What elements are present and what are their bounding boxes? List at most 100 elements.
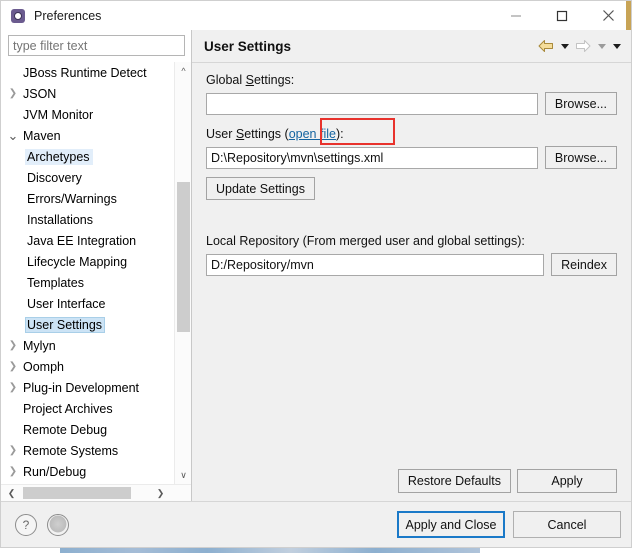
sidebar-item-label: Project Archives bbox=[23, 401, 113, 416]
local-repository-row: Reindex bbox=[206, 253, 617, 276]
sidebar-item-lifecycle-mapping[interactable]: Lifecycle Mapping bbox=[1, 251, 171, 272]
global-settings-browse-button[interactable]: Browse... bbox=[544, 92, 617, 115]
window-controls bbox=[493, 1, 631, 30]
sidebar-item-label: Mylyn bbox=[23, 338, 56, 353]
forward-arrow-icon bbox=[573, 36, 593, 56]
sidebar-item-label: Archetypes bbox=[25, 148, 93, 165]
sidebar-item-label: Remote Debug bbox=[23, 422, 108, 437]
chevron-right-icon[interactable]: ❯ bbox=[5, 88, 21, 99]
help-question-icon[interactable]: ? bbox=[15, 513, 37, 536]
forward-dropdown-icon[interactable] bbox=[595, 36, 608, 56]
sidebar-item-jboss-runtime-detect[interactable]: JBoss Runtime Detect bbox=[1, 62, 171, 83]
sidebar-item-discovery[interactable]: Discovery bbox=[1, 167, 171, 188]
sidebar-item-label: Discovery bbox=[27, 170, 82, 185]
sidebar-item-label: Plug-in Development bbox=[23, 380, 140, 395]
scroll-down-icon[interactable]: ∨ bbox=[175, 467, 191, 484]
preferences-tree: JBoss Runtime Detect ❯ JSON JVM Monitor ⌄ Mav… bbox=[1, 62, 171, 484]
window-edge-accent bbox=[626, 1, 631, 30]
chevron-right-icon[interactable]: ❯ bbox=[5, 382, 21, 393]
global-settings-label-mnemonic: S bbox=[245, 73, 254, 87]
sidebar-item-maven[interactable]: ⌄ Maven bbox=[1, 125, 171, 146]
preferences-dialog: Preferences JBoss Runtime Detect❯JSONJVM… bbox=[0, 0, 632, 548]
sidebar-item-remote-systems[interactable]: ❯ Remote Systems bbox=[1, 440, 171, 461]
tree-vertical-scrollbar[interactable]: ^ ∨ bbox=[174, 62, 191, 484]
sidebar-item-templates[interactable]: Templates bbox=[1, 272, 171, 293]
sidebar-item-label: Installations bbox=[27, 212, 94, 227]
settings-panel: User Settings Global Settings: Browse...… bbox=[191, 30, 631, 501]
cancel-button[interactable]: Cancel bbox=[513, 511, 621, 538]
open-file-link[interactable]: open file bbox=[289, 127, 336, 141]
title-bar: Preferences bbox=[1, 1, 631, 30]
scroll-left-icon[interactable]: ❮ bbox=[3, 485, 20, 501]
sidebar-item-java-ee-integration[interactable]: Java EE Integration bbox=[1, 230, 171, 251]
user-settings-label: User Settings (open file): bbox=[206, 127, 617, 141]
sidebar-item-oomph[interactable]: ❯ Oomph bbox=[1, 356, 171, 377]
horizontal-scrollbar-thumb[interactable] bbox=[23, 487, 131, 499]
chevron-right-icon[interactable]: ❯ bbox=[5, 340, 21, 351]
chevron-down-icon[interactable]: ⌄ bbox=[5, 129, 21, 142]
maximize-icon[interactable] bbox=[539, 1, 585, 30]
sidebar-item-mylyn[interactable]: ❯ Mylyn bbox=[1, 335, 171, 356]
minimize-icon[interactable] bbox=[493, 1, 539, 30]
sidebar-item-jvm-monitor[interactable]: JVM Monitor bbox=[1, 104, 171, 125]
user-settings-row: Browse... bbox=[206, 146, 617, 169]
back-dropdown-icon[interactable] bbox=[558, 36, 571, 56]
user-settings-label-prefix: User bbox=[206, 127, 236, 141]
reindex-button[interactable]: Reindex bbox=[551, 253, 617, 276]
window-title: Preferences bbox=[34, 8, 102, 23]
sidebar-item-label: JBoss Runtime Detect bbox=[23, 65, 147, 80]
view-menu-dropdown-icon[interactable] bbox=[610, 36, 623, 56]
apply-and-close-button[interactable]: Apply and Close bbox=[397, 511, 505, 538]
sidebar-item-label: User Settings bbox=[25, 316, 106, 333]
global-settings-input[interactable] bbox=[206, 92, 538, 115]
sidebar-item-label: JSON bbox=[23, 86, 57, 101]
preferences-tree-area: JBoss Runtime Detect ❯ JSON JVM Monitor ⌄ Mav… bbox=[1, 62, 191, 501]
apply-button[interactable]: Apply bbox=[517, 469, 617, 493]
vertical-scrollbar-thumb[interactable] bbox=[177, 182, 190, 332]
sidebar-item-label: Java EE Integration bbox=[27, 233, 137, 248]
sidebar-item-label: Templates bbox=[27, 275, 84, 290]
sidebar-item-installations[interactable]: Installations bbox=[1, 209, 171, 230]
user-settings-label-mnemonic: S bbox=[235, 127, 245, 141]
panel-footer: Restore Defaults Apply bbox=[192, 469, 631, 501]
sidebar-item-user-settings[interactable]: User Settings bbox=[1, 314, 171, 335]
global-settings-row: Browse... bbox=[206, 92, 617, 115]
back-arrow-icon[interactable] bbox=[536, 36, 556, 56]
restore-defaults-button[interactable]: Restore Defaults bbox=[397, 469, 511, 493]
sidebar-item-plug-in-development[interactable]: ❯ Plug-in Development bbox=[1, 377, 171, 398]
tree-horizontal-scrollbar[interactable]: ❮ ❯ bbox=[1, 484, 191, 501]
user-settings-browse-button[interactable]: Browse... bbox=[544, 146, 617, 169]
filter-input[interactable] bbox=[8, 35, 185, 56]
user-settings-label-suffix: ): bbox=[335, 127, 344, 141]
local-repository-label: Local Repository (From merged user and g… bbox=[206, 234, 525, 248]
page-title: User Settings bbox=[204, 38, 292, 54]
sidebar-item-label: Lifecycle Mapping bbox=[27, 254, 128, 269]
filter-container bbox=[1, 30, 191, 60]
update-settings-button[interactable]: Update Settings bbox=[206, 177, 315, 200]
global-settings-label-suffix: ettings: bbox=[253, 73, 295, 87]
sidebar-item-label: JVM Monitor bbox=[23, 107, 94, 122]
close-icon[interactable] bbox=[585, 1, 631, 30]
chevron-right-icon[interactable]: ❯ bbox=[5, 361, 21, 372]
dialog-content: JBoss Runtime Detect❯JSONJVM Monitor⌄Mav… bbox=[1, 30, 631, 501]
chevron-right-icon[interactable]: ❯ bbox=[5, 466, 21, 477]
global-settings-label-prefix: Global bbox=[206, 73, 246, 87]
preferences-gear-icon bbox=[10, 8, 26, 24]
sidebar-item-remote-debug[interactable]: Remote Debug bbox=[1, 419, 171, 440]
sidebar-item-errors-warnings[interactable]: Errors/Warnings bbox=[1, 188, 171, 209]
sidebar-item-label: User Interface bbox=[27, 296, 106, 311]
sidebar-item-label: Errors/Warnings bbox=[27, 191, 117, 206]
sidebar-item-label: Run/Debug bbox=[23, 464, 87, 479]
sidebar-item-json[interactable]: ❯ JSON bbox=[1, 83, 171, 104]
sidebar-item-archetypes[interactable]: Archetypes bbox=[1, 146, 171, 167]
scroll-right-icon[interactable]: ❯ bbox=[152, 485, 169, 501]
sidebar-item-project-archives[interactable]: Project Archives bbox=[1, 398, 171, 419]
info-circle-icon[interactable] bbox=[47, 513, 69, 536]
sidebar-item-run-debug[interactable]: ❯ Run/Debug bbox=[1, 461, 171, 482]
chevron-right-icon[interactable]: ❯ bbox=[5, 445, 21, 456]
panel-body: Global Settings: Browse... User Settings… bbox=[192, 63, 631, 469]
user-settings-input[interactable] bbox=[206, 146, 538, 169]
local-repository-input[interactable] bbox=[206, 253, 545, 276]
sidebar-item-user-interface[interactable]: User Interface bbox=[1, 293, 171, 314]
scroll-up-icon[interactable]: ^ bbox=[175, 62, 191, 79]
